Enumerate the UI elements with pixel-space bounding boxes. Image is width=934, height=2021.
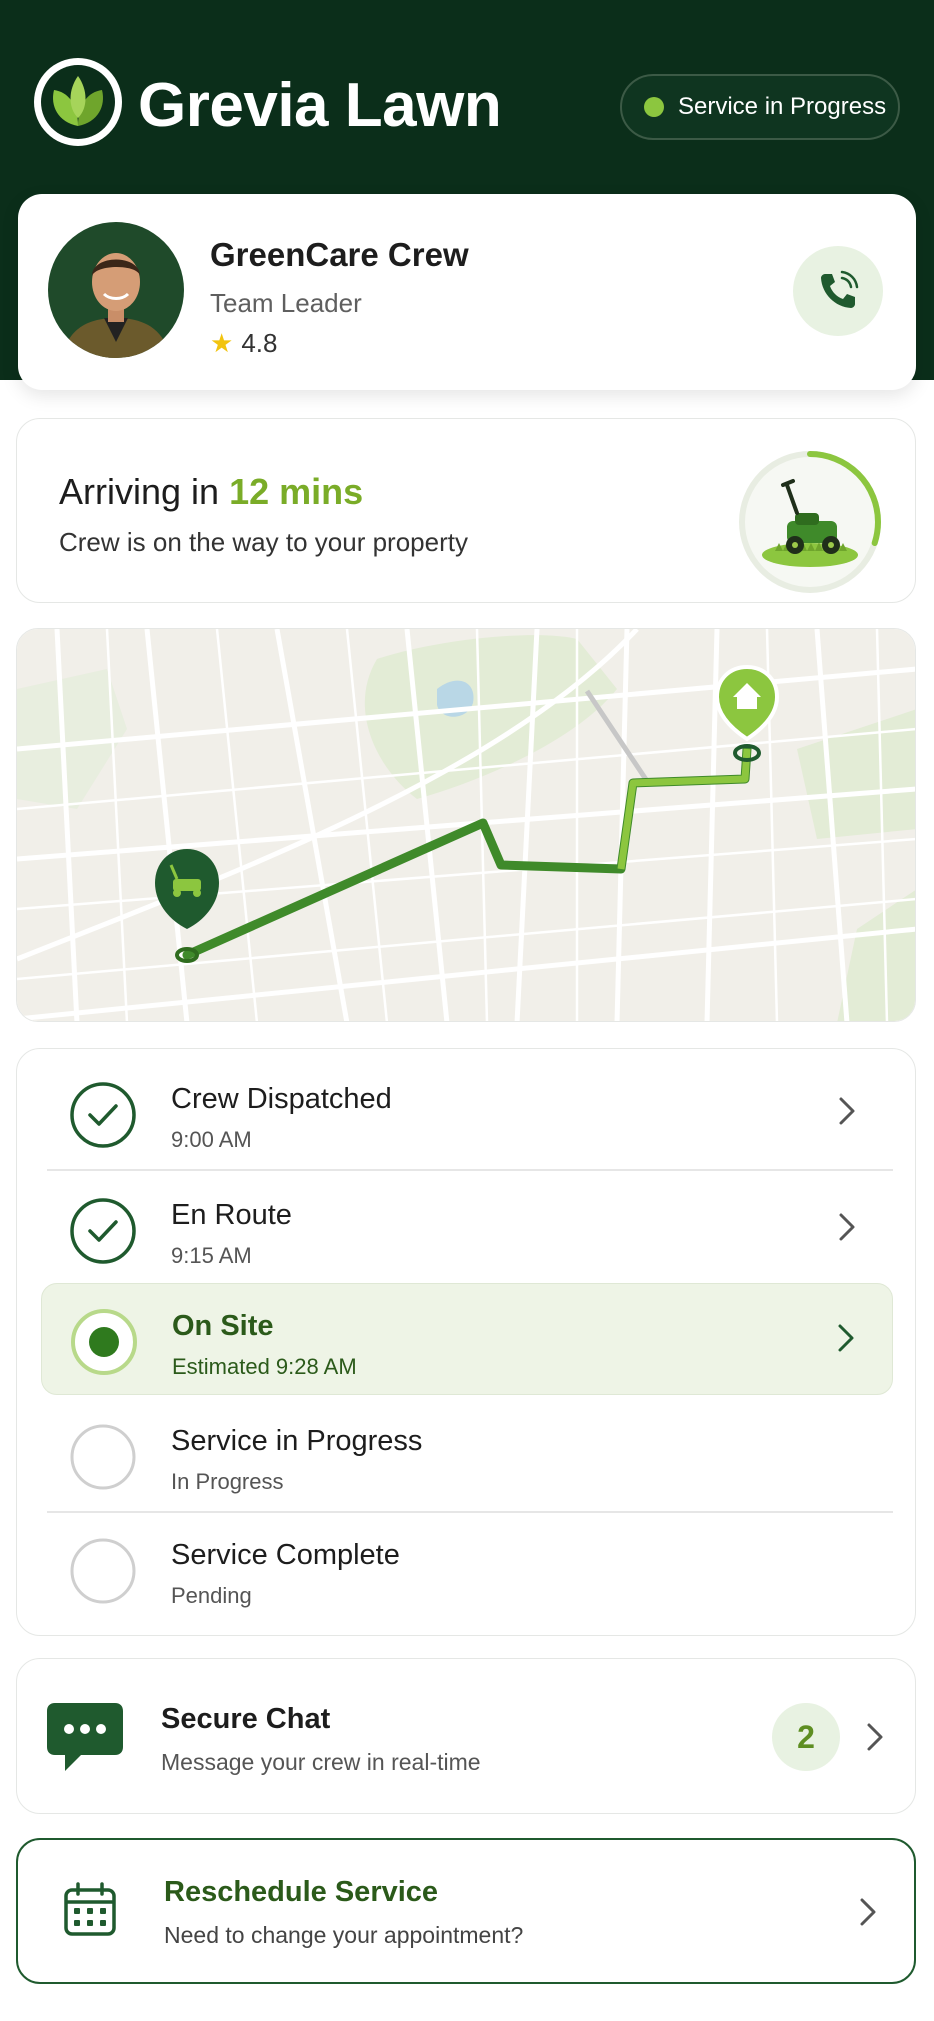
eta-progress-ring xyxy=(739,451,881,593)
status-dot xyxy=(644,97,664,117)
call-button[interactable] xyxy=(793,246,883,336)
eta-card: Arriving in 12 mins Crew is on the way t… xyxy=(16,418,916,603)
crew-rating: ★ 4.8 xyxy=(210,328,277,359)
route-map[interactable] xyxy=(16,628,916,1022)
phone-icon xyxy=(821,270,859,308)
timeline-step[interactable]: En Route 9:15 AM xyxy=(41,1173,893,1285)
timeline-step[interactable]: Crew Dispatched 9:00 AM xyxy=(41,1057,893,1169)
check-circle-icon xyxy=(69,1197,137,1265)
step-title: En Route xyxy=(171,1199,292,1231)
chevron-right-icon xyxy=(860,1898,876,1926)
chat-bubble-icon xyxy=(47,1703,123,1771)
avatar xyxy=(48,222,184,358)
chevron-right-icon xyxy=(838,1324,854,1352)
crew-card: GreenCare Crew Team Leader ★ 4.8 xyxy=(18,194,916,390)
map-canvas xyxy=(17,629,915,1021)
step-time: 9:15 AM xyxy=(171,1243,252,1268)
empty-circle-icon xyxy=(69,1423,137,1491)
step-time: Pending xyxy=(171,1583,252,1608)
rating-value: 4.8 xyxy=(241,328,278,358)
timeline-step: Service Complete Pending xyxy=(41,1513,893,1625)
eta-heading: Arriving in 12 mins xyxy=(59,471,363,513)
timeline-step: Service in Progress In Progress xyxy=(41,1399,893,1511)
app-title: Grevia Lawn xyxy=(138,71,502,140)
reschedule-title: Reschedule Service xyxy=(164,1876,439,1908)
reschedule-service-card[interactable]: Reschedule Service Need to change your a… xyxy=(16,1838,916,1984)
secure-chat-card[interactable]: Secure Chat Message your crew in real-ti… xyxy=(16,1658,916,1814)
leaf-logo-icon xyxy=(34,58,122,146)
reschedule-subtitle: Need to change your appointment? xyxy=(164,1922,524,1948)
chat-title: Secure Chat xyxy=(161,1703,331,1735)
divider xyxy=(47,1169,893,1171)
crew-name: GreenCare Crew xyxy=(210,236,469,273)
step-time: 9:00 AM xyxy=(171,1127,252,1152)
step-title: On Site xyxy=(172,1310,274,1342)
status-label: Service in Progress xyxy=(678,93,887,120)
calendar-icon xyxy=(64,1882,116,1936)
eta-prefix: Arriving in xyxy=(59,471,220,512)
crew-role: Team Leader xyxy=(210,288,362,318)
step-time: Estimated 9:28 AM xyxy=(172,1354,357,1379)
active-dot-icon xyxy=(70,1308,138,1376)
star-icon: ★ xyxy=(210,328,234,358)
eta-value: 12 mins xyxy=(229,471,364,512)
check-circle-icon xyxy=(69,1081,137,1149)
unread-count-badge: 2 xyxy=(772,1703,840,1771)
service-status-pill: Service in Progress xyxy=(620,74,900,140)
step-title: Service Complete xyxy=(171,1539,400,1571)
chevron-right-icon xyxy=(867,1723,883,1751)
chat-subtitle: Message your crew in real-time xyxy=(161,1749,481,1775)
timeline-step[interactable]: On Site Estimated 9:28 AM xyxy=(41,1283,893,1395)
chevron-right-icon xyxy=(839,1213,855,1241)
empty-circle-icon xyxy=(69,1537,137,1605)
step-title: Crew Dispatched xyxy=(171,1083,392,1115)
service-timeline: Crew Dispatched 9:00 AM En Route 9:15 AM On … xyxy=(16,1048,916,1636)
chevron-right-icon xyxy=(839,1097,855,1125)
step-time: In Progress xyxy=(171,1469,284,1494)
eta-subtitle: Crew is on the way to your property xyxy=(59,527,468,557)
step-title: Service in Progress xyxy=(171,1425,423,1457)
